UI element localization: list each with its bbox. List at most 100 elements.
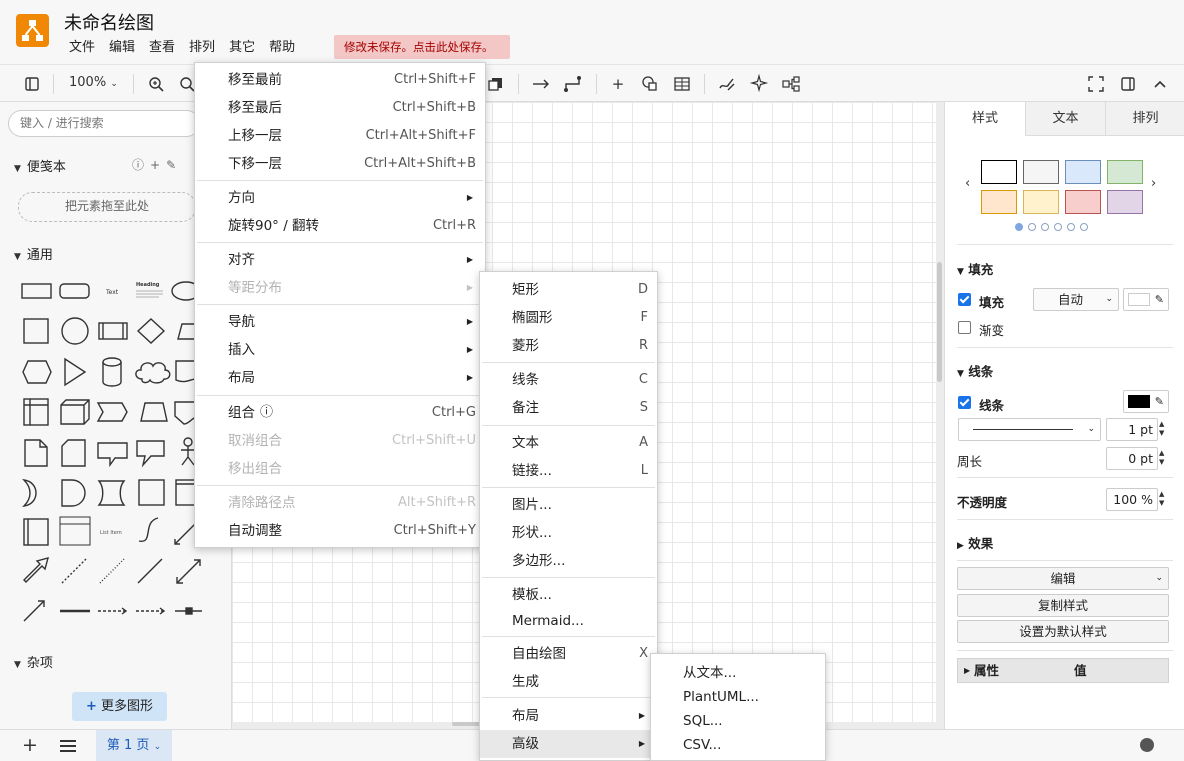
arrange-menu-item[interactable]: 旋转90° / 翻转 Ctrl+R xyxy=(195,212,485,240)
arrange-menu-item[interactable]: 布局 ▶ xyxy=(195,364,485,392)
arrange-menu-item[interactable]: 对齐 ▶ xyxy=(195,246,485,274)
insert-submenu-item[interactable]: 自由绘图 X xyxy=(480,640,657,668)
to-back-icon[interactable] xyxy=(485,73,507,95)
more-shapes-button[interactable]: + 更多图形 xyxy=(72,692,167,721)
line-checkbox[interactable] xyxy=(958,396,971,409)
insert-submenu-item[interactable]: 菱形 R xyxy=(480,332,657,360)
fill-section-header[interactable]: ▼ 填充 xyxy=(957,259,993,278)
arrange-menu-item[interactable]: 移至最前 Ctrl+Shift+F xyxy=(195,66,485,94)
menu-extras[interactable]: 其它 xyxy=(222,38,262,58)
unsaved-changes-notice[interactable]: 修改未保存。点击此处保存。 xyxy=(334,35,510,59)
style-swatch[interactable] xyxy=(1023,190,1059,214)
scratchpad-header[interactable]: ▼ 便笺本 xyxy=(14,156,66,175)
right-panel-toggle-icon[interactable] xyxy=(1117,73,1139,95)
arrange-menu-item[interactable]: 下移一层 Ctrl+Alt+Shift+B xyxy=(195,150,485,178)
swatch-page-dots[interactable] xyxy=(1015,223,1088,231)
set-default-style-button[interactable]: 设置为默认样式 xyxy=(957,620,1169,643)
insert-plus-icon[interactable]: + xyxy=(607,73,629,95)
vertical-scrollbar[interactable] xyxy=(937,262,942,382)
insert-submenu-item[interactable]: 备注 S xyxy=(480,394,657,422)
line-section-header[interactable]: ▼ 线条 xyxy=(957,361,993,380)
arrange-menu-item[interactable]: 上移一层 Ctrl+Alt+Shift+F xyxy=(195,122,485,150)
insert-submenu-item[interactable]: 椭圆形 F xyxy=(480,304,657,332)
insert-submenu-item[interactable]: 布局 ▶ xyxy=(480,702,657,730)
format-panel-toggle-icon[interactable] xyxy=(21,73,43,95)
document-title[interactable]: 未命名绘图 xyxy=(64,9,154,35)
zoom-in-icon[interactable] xyxy=(145,73,167,95)
insert-submenu-item[interactable]: 图片... xyxy=(480,491,657,519)
shapes-icon[interactable] xyxy=(639,73,661,95)
perimeter-stepper[interactable]: ▲ ▼ xyxy=(1159,449,1164,467)
style-swatch[interactable] xyxy=(1065,160,1101,184)
line-color-picker[interactable]: ✎ xyxy=(1123,390,1169,413)
scratchpad-dropzone[interactable]: 把元素拖至此处 xyxy=(18,192,196,222)
line-width-input[interactable]: 1 pt xyxy=(1106,418,1158,441)
scratchpad-actions[interactable]: ⓘ+✎ xyxy=(132,156,182,173)
zoom-level[interactable]: 100% ⌄ xyxy=(69,75,118,90)
general-shapes-header[interactable]: ▼ 通用 xyxy=(14,244,53,263)
waypoints-icon[interactable] xyxy=(562,73,584,95)
connection-arrow-icon[interactable] xyxy=(530,73,552,95)
insert-submenu-item[interactable]: 多边形... xyxy=(480,547,657,575)
diagram-generate-icon[interactable] xyxy=(780,73,802,95)
misc-shapes-header[interactable]: ▼ 杂项 xyxy=(14,652,53,671)
opacity-stepper[interactable]: ▲ ▼ xyxy=(1159,490,1164,508)
style-swatch[interactable] xyxy=(981,160,1017,184)
freehand-icon[interactable] xyxy=(716,73,738,95)
tab-page-1[interactable]: 第 1 页 ⌄ xyxy=(96,730,172,761)
github-icon[interactable] xyxy=(1140,738,1154,752)
tab-arrange[interactable]: 排列 xyxy=(1105,102,1184,136)
magic-sparkle-icon[interactable] xyxy=(748,73,770,95)
advanced-submenu-item[interactable]: CSV... xyxy=(651,731,825,759)
insert-submenu-item[interactable]: 矩形 D xyxy=(480,276,657,304)
style-swatch[interactable] xyxy=(1107,190,1143,214)
perimeter-input[interactable]: 0 pt xyxy=(1106,447,1158,470)
style-swatch[interactable] xyxy=(1065,190,1101,214)
arrange-menu-item[interactable]: 组合 ⓘ Ctrl+G xyxy=(195,399,485,427)
add-icon[interactable]: + xyxy=(150,158,166,172)
arrange-menu-item[interactable]: 导航 ▶ xyxy=(195,308,485,336)
help-icon[interactable]: ⓘ xyxy=(132,158,150,172)
insert-submenu-item[interactable]: 文本 A xyxy=(480,429,657,457)
menu-view[interactable]: 查看 xyxy=(142,38,182,58)
style-swatch[interactable] xyxy=(1107,160,1143,184)
line-pattern-select[interactable]: ⌄ xyxy=(958,418,1101,441)
collapse-chevron-up-icon[interactable] xyxy=(1149,73,1171,95)
opacity-input[interactable]: 100 % xyxy=(1106,488,1158,511)
menu-file[interactable]: 文件 xyxy=(62,38,102,58)
menu-edit[interactable]: 编辑 xyxy=(102,38,142,58)
arrange-menu-item[interactable]: 插入 ▶ xyxy=(195,336,485,364)
edit-style-select[interactable]: 编辑 ⌄ xyxy=(957,567,1169,590)
tab-text[interactable]: 文本 xyxy=(1025,102,1105,136)
edit-pencil-icon[interactable]: ✎ xyxy=(166,158,182,172)
style-swatch[interactable] xyxy=(981,190,1017,214)
gradient-checkbox[interactable] xyxy=(958,321,971,334)
insert-submenu-item[interactable]: Mermaid... xyxy=(480,607,657,635)
arrange-menu-item[interactable]: 方向 ▶ xyxy=(195,184,485,212)
copy-style-button[interactable]: 复制样式 xyxy=(957,594,1169,617)
help-icon[interactable]: ⓘ xyxy=(260,399,273,427)
fullscreen-icon[interactable] xyxy=(1085,73,1107,95)
pages-menu-icon[interactable] xyxy=(60,740,76,752)
tab-style[interactable]: 样式 xyxy=(945,102,1025,136)
arrange-menu-item[interactable]: 移至最后 Ctrl+Shift+B xyxy=(195,94,485,122)
style-swatch[interactable] xyxy=(1023,160,1059,184)
chevron-left-icon[interactable]: ‹ xyxy=(965,176,970,191)
add-page-icon[interactable]: + xyxy=(22,734,38,756)
fill-mode-select[interactable]: 自动 ⌄ xyxy=(1033,288,1119,311)
menu-arrange[interactable]: 排列 xyxy=(182,38,222,58)
arrange-menu-item[interactable]: 自动调整 Ctrl+Shift+Y xyxy=(195,517,485,545)
chevron-right-icon[interactable]: › xyxy=(1151,176,1156,191)
table-icon[interactable] xyxy=(671,73,693,95)
insert-submenu-item[interactable]: 高级 ▶ xyxy=(480,730,657,758)
line-width-stepper[interactable]: ▲ ▼ xyxy=(1159,420,1164,438)
insert-submenu-item[interactable]: 线条 C xyxy=(480,366,657,394)
effects-section-header[interactable]: ▶ 效果 xyxy=(957,533,993,552)
horizontal-scrollbar[interactable] xyxy=(452,722,482,726)
insert-submenu-item[interactable]: 形状... xyxy=(480,519,657,547)
shape-search-input[interactable]: 键入 / 进行搜索 xyxy=(8,110,200,137)
insert-submenu-item[interactable]: 链接... L xyxy=(480,457,657,485)
fill-checkbox[interactable] xyxy=(958,293,971,306)
insert-submenu-item[interactable]: 模板... xyxy=(480,581,657,609)
insert-submenu-item[interactable]: 生成 xyxy=(480,668,657,696)
